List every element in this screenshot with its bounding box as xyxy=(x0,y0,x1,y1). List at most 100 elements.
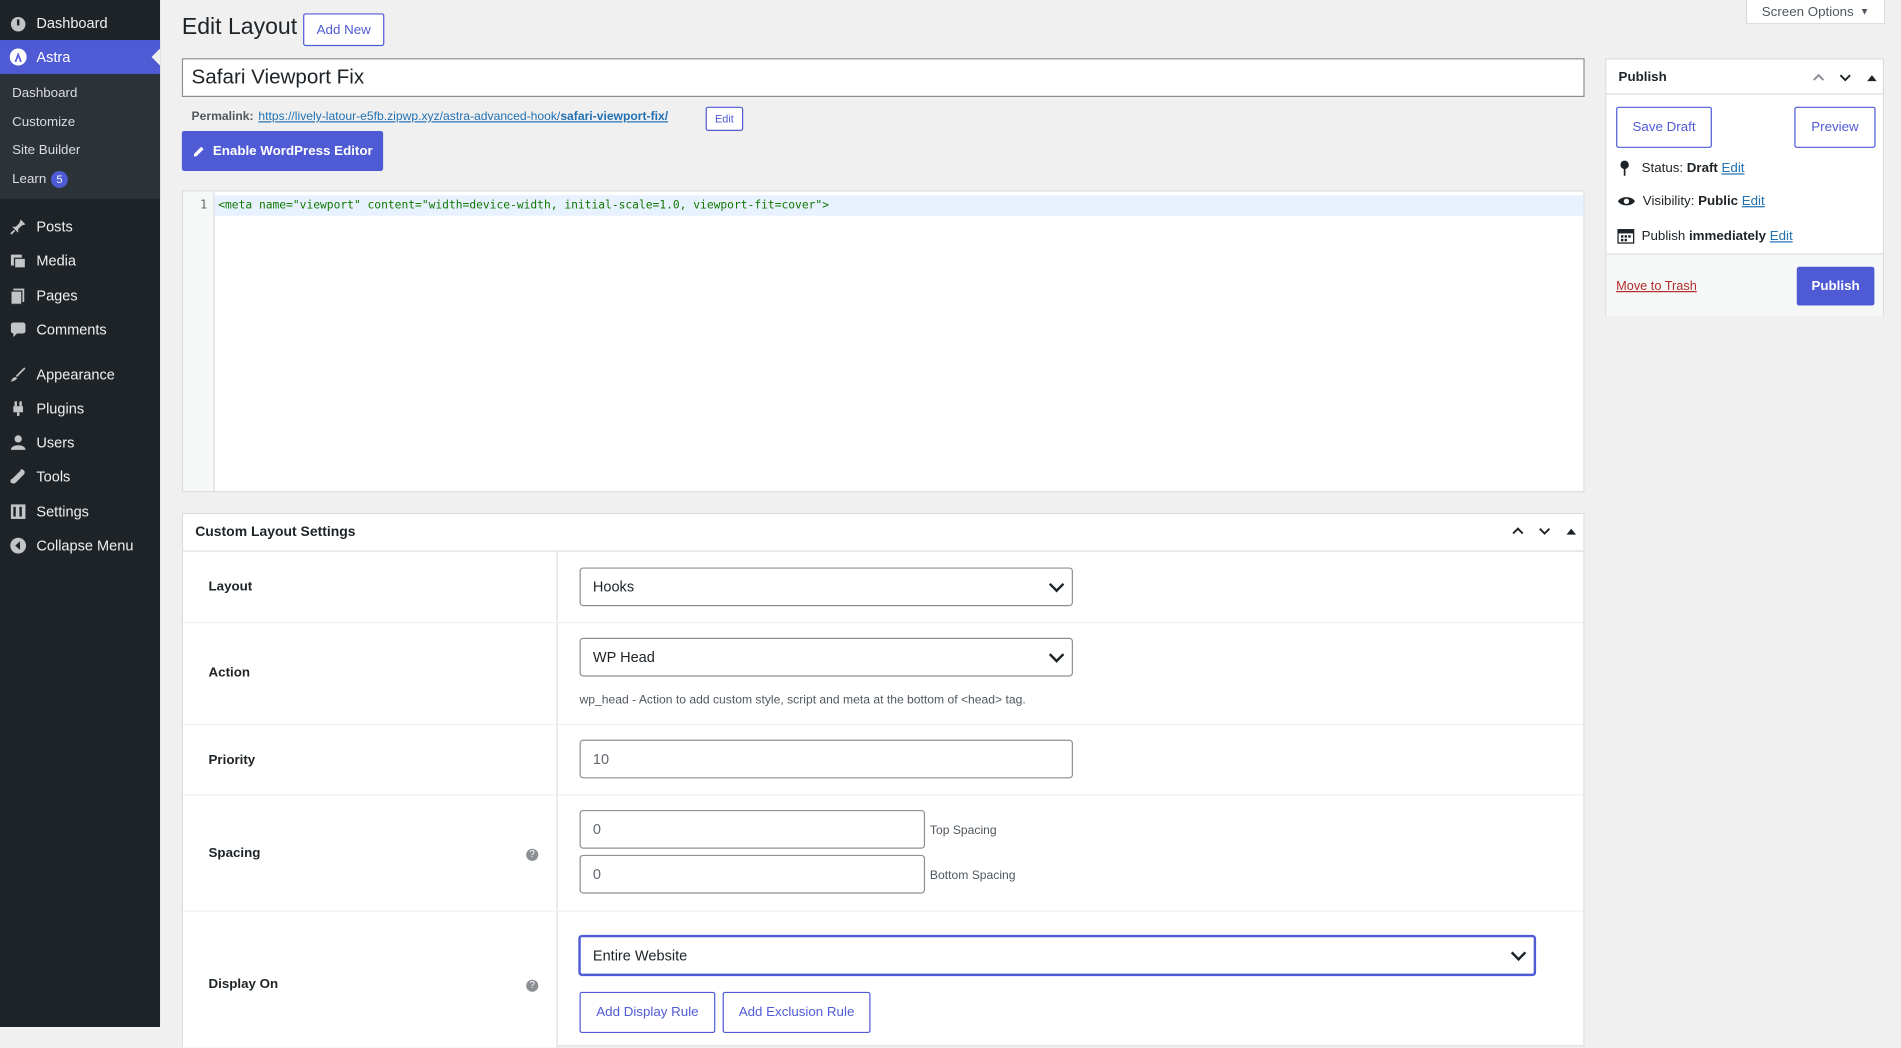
enable-editor-label: Enable WordPress Editor xyxy=(212,143,373,159)
pages-icon xyxy=(10,288,25,305)
menu-item-appearance[interactable]: Appearance xyxy=(0,358,160,392)
menu-item-pages[interactable]: Pages xyxy=(0,279,160,313)
menu-item-label: Tools xyxy=(36,468,71,485)
menu-item-comments[interactable]: Comments xyxy=(0,313,160,347)
menu-item-label: Settings xyxy=(36,503,89,521)
chevron-down-icon xyxy=(1048,576,1065,593)
status-value: Draft xyxy=(1686,160,1718,176)
help-icon[interactable]: ? xyxy=(526,848,539,861)
toggle-panel-icon[interactable] xyxy=(1566,527,1577,535)
menu-item-label: Media xyxy=(36,252,77,270)
top-spacing-label: Top Spacing xyxy=(929,824,997,838)
menu-item-label: Appearance xyxy=(36,366,115,384)
priority-input[interactable]: 10 xyxy=(579,739,1073,779)
status-label: Status: xyxy=(1641,160,1684,176)
layout-select-value: Hooks xyxy=(592,578,635,596)
chevron-down-icon[interactable] xyxy=(1839,73,1851,83)
menu-item-posts[interactable]: Posts xyxy=(0,210,160,244)
layout-select[interactable]: Hooks xyxy=(579,567,1073,607)
row-divider xyxy=(183,910,1584,912)
comment-icon xyxy=(10,322,26,338)
layout-label: Layout xyxy=(208,579,253,595)
add-new-button[interactable]: Add New xyxy=(303,13,385,47)
permalink-link[interactable]: https://lively-latour-e5fb.zipwp.xyz/ast… xyxy=(258,110,668,123)
menu-item-media[interactable]: Media xyxy=(0,244,160,278)
top-spacing-input[interactable]: 0 xyxy=(579,809,926,849)
eye-icon xyxy=(1617,197,1635,206)
visibility-row: Visibility: Public Edit xyxy=(1617,194,1765,209)
learn-count-badge: 5 xyxy=(51,170,69,188)
publish-button[interactable]: Publish xyxy=(1796,266,1875,306)
submenu-item-site-builder[interactable]: Site Builder xyxy=(12,143,80,158)
priority-label: Priority xyxy=(208,752,256,768)
permalink-url-base: https://lively-latour-e5fb.zipwp.xyz/ast… xyxy=(258,110,561,124)
chevron-down-icon[interactable] xyxy=(1539,526,1551,536)
schedule-label: Publish xyxy=(1641,228,1686,244)
publish-actions: Move to Trash Publish xyxy=(1606,253,1883,317)
collapse-menu-button[interactable]: Collapse Menu xyxy=(0,529,160,563)
custom-layout-settings-box: Custom Layout Settings Layout Hooks Acti… xyxy=(181,512,1585,1048)
settings-box-title: Custom Layout Settings xyxy=(195,525,356,540)
line-gutter xyxy=(183,191,215,492)
menu-item-plugins[interactable]: Plugins xyxy=(0,392,160,426)
save-draft-button[interactable]: Save Draft xyxy=(1616,106,1712,148)
row-divider xyxy=(183,723,1584,726)
pin-icon xyxy=(1620,160,1629,176)
menu-item-dashboard[interactable]: Dashboard xyxy=(0,6,160,40)
display-on-select[interactable]: Entire Website xyxy=(578,934,1537,977)
submenu-item-dashboard[interactable]: Dashboard xyxy=(12,86,77,101)
enable-wordpress-editor-button[interactable]: Enable WordPress Editor xyxy=(181,130,384,171)
post-title-input[interactable]: Safari Viewport Fix xyxy=(181,58,1585,97)
pencil-icon xyxy=(193,146,204,156)
publish-box-title: Publish xyxy=(1618,70,1667,85)
menu-item-label: Users xyxy=(36,434,75,452)
publish-box: Publish Save Draft Preview Status: Draft… xyxy=(1605,58,1885,317)
bottom-spacing-label: Bottom Spacing xyxy=(929,869,1016,883)
astra-icon xyxy=(9,48,27,66)
code-editor[interactable]: 1 <meta name="viewport" content="width=d… xyxy=(181,190,1585,493)
status-edit-link[interactable]: Edit xyxy=(1722,161,1745,176)
menu-item-settings[interactable]: Settings xyxy=(0,495,160,529)
chevron-up-icon[interactable] xyxy=(1512,526,1524,536)
schedule-edit-link[interactable]: Edit xyxy=(1770,229,1793,244)
plugin-icon xyxy=(13,401,24,416)
bottom-spacing-input[interactable]: 0 xyxy=(579,854,926,894)
menu-item-label: Pages xyxy=(36,287,78,305)
schedule-value: immediately xyxy=(1688,228,1767,244)
menu-item-astra[interactable]: Astra xyxy=(0,40,161,74)
screen-options-button[interactable]: Screen Options ▼ xyxy=(1745,0,1886,25)
menu-item-users[interactable]: Users xyxy=(0,426,160,460)
caret-down-icon: ▼ xyxy=(1859,6,1870,17)
wrench-icon xyxy=(10,469,25,484)
pin-icon xyxy=(10,219,26,235)
toggle-panel-icon[interactable] xyxy=(1867,74,1877,82)
row-divider xyxy=(183,794,1584,796)
preview-button[interactable]: Preview xyxy=(1794,106,1876,148)
visibility-value: Public xyxy=(1698,194,1739,209)
schedule-row: Publish immediately Edit xyxy=(1617,228,1793,244)
submenu-item-customize[interactable]: Customize xyxy=(12,115,75,130)
menu-item-tools[interactable]: Tools xyxy=(0,460,160,494)
menu-item-label: Comments xyxy=(36,321,107,339)
screen-options-label: Screen Options xyxy=(1761,4,1854,19)
visibility-edit-link[interactable]: Edit xyxy=(1742,194,1765,209)
brush-icon xyxy=(10,367,26,382)
permalink-slug: safari-viewport-fix/ xyxy=(560,110,669,124)
permalink-label: Permalink: xyxy=(191,110,254,124)
media-icon xyxy=(10,254,27,269)
help-icon[interactable]: ? xyxy=(526,979,539,992)
code-line: <meta name="viewport" content="width=dev… xyxy=(218,198,829,213)
publish-box-header: Publish xyxy=(1606,59,1883,95)
action-select[interactable]: WP Head xyxy=(579,637,1073,677)
chevron-up-icon[interactable] xyxy=(1813,73,1825,83)
chevron-down-icon xyxy=(1510,945,1527,961)
settings-icon xyxy=(10,504,26,519)
menu-item-label: Dashboard xyxy=(36,14,108,32)
settings-box-header: Custom Layout Settings xyxy=(183,514,1584,552)
menu-item-label: Plugins xyxy=(36,400,85,418)
move-to-trash-link[interactable]: Move to Trash xyxy=(1616,279,1697,294)
submenu-item-learn[interactable]: Learn 5 xyxy=(12,170,69,188)
permalink-edit-button[interactable]: Edit xyxy=(705,106,744,131)
submenu-item-label: Learn xyxy=(12,172,47,187)
menu-item-label: Posts xyxy=(36,218,73,236)
